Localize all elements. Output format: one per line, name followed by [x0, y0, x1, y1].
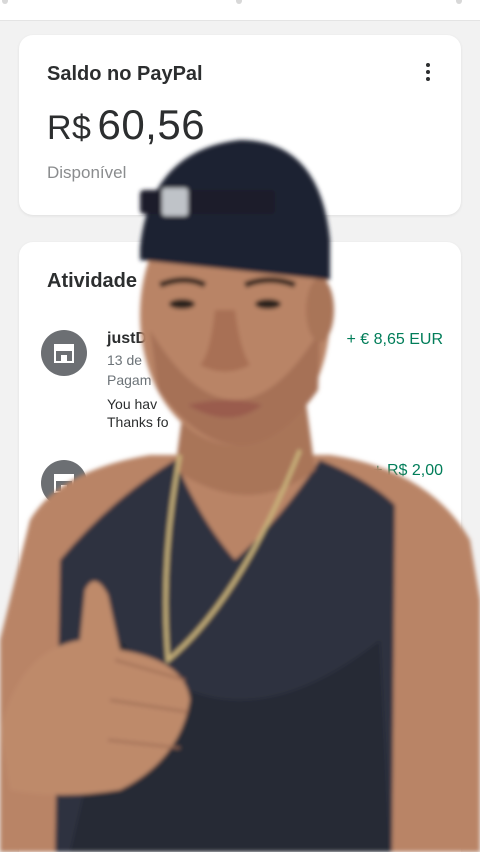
- transaction-amount: + € 8,65 EUR: [346, 331, 444, 348]
- balance-currency: R$: [47, 109, 92, 147]
- balance-status: Disponível: [47, 163, 127, 182]
- activity-title: Atividade: [47, 270, 138, 292]
- transaction-note-line-2: Thanks fo: [107, 414, 169, 430]
- status-bar-dot: [2, 0, 8, 4]
- store-icon: [41, 592, 87, 638]
- transaction-name: justD: [107, 330, 147, 347]
- status-bar-dot: [236, 0, 242, 4]
- balance-value: 60,56: [97, 101, 206, 148]
- transaction-amount: + R$ 2,00: [373, 462, 443, 479]
- balance-title: Saldo no PayPal: [47, 63, 203, 85]
- balance-amount: R$ 60,56: [47, 101, 205, 149]
- transaction-type: Pagam: [107, 372, 152, 388]
- store-icon: [41, 330, 87, 376]
- activity-card: Atividade justD 13 de Pagam You hav Than…: [19, 242, 461, 852]
- status-bar: [0, 0, 480, 21]
- transaction-note-line-1: You hav: [107, 396, 158, 412]
- status-bar-dot: [456, 0, 462, 4]
- transaction-date: 13 de: [107, 352, 143, 368]
- balance-card[interactable]: Saldo no PayPal R$ 60,56 Disponível: [19, 35, 461, 215]
- store-icon: [41, 460, 87, 506]
- more-vertical-icon[interactable]: [421, 63, 435, 83]
